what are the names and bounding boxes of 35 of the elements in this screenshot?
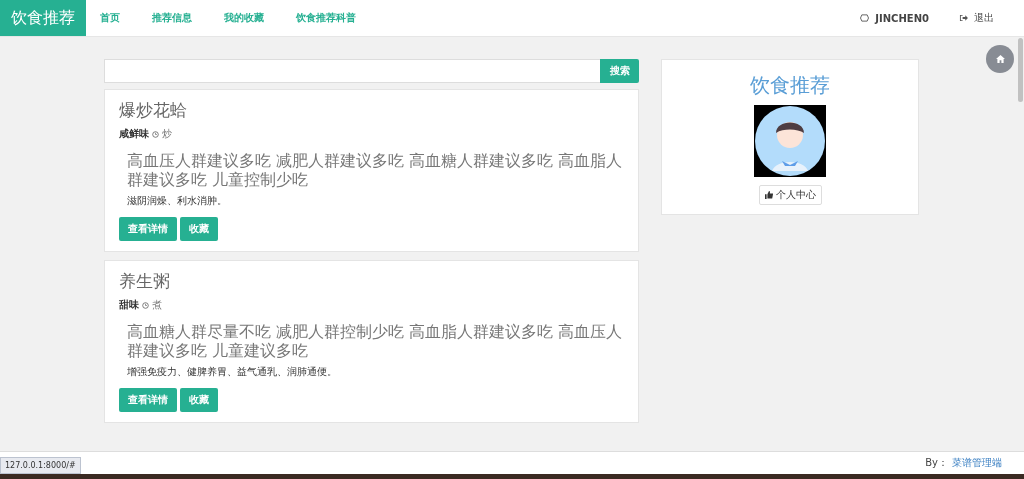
brand-logo[interactable]: 饮食推荐 — [0, 0, 86, 36]
home-icon — [995, 55, 1005, 63]
search-button[interactable]: 搜索 — [600, 59, 639, 83]
panel-title: 饮食推荐 — [750, 72, 830, 99]
recipe-effect: 滋阴润燥、利水消肿。 — [127, 194, 228, 208]
recipe-effect: 增强免疫力、健脾养胃、益气通乳、润肺通便。 — [127, 365, 338, 379]
details-button[interactable]: 查看详情 — [119, 388, 177, 412]
logout-link[interactable]: 退出 — [959, 0, 994, 36]
footer-label: By： — [925, 456, 948, 470]
nav-link[interactable]: 饮食推荐科普 — [296, 0, 356, 36]
diet-advice: 高血压人群建议多吃 减肥人群建议多吃 高血糖人群建议多吃 高血脂人群建议多吃 儿童控制少吃 — [127, 151, 624, 189]
avatar-icon — [754, 105, 826, 177]
clock-icon — [142, 301, 149, 309]
clock-icon — [152, 130, 159, 138]
recipe-title: 养生粥 — [119, 270, 171, 293]
recipe-title: 爆炒花蛤 — [119, 99, 188, 122]
logout-icon — [959, 14, 968, 22]
profile-button[interactable]: 个人中心 — [758, 185, 822, 205]
favorite-button[interactable]: 收藏 — [180, 217, 218, 241]
cooking-method: 炒 — [162, 127, 172, 141]
search-field[interactable] — [104, 59, 600, 83]
cooking-method: 煮 — [152, 298, 162, 312]
user-link[interactable]: JINCHEN0 — [860, 0, 929, 36]
nav-link[interactable]: 首页 — [100, 0, 120, 36]
thumbs-up-icon — [764, 191, 773, 199]
details-button[interactable]: 查看详情 — [119, 217, 177, 241]
admin-link[interactable]: 菜谱管理端 — [952, 456, 1002, 470]
diet-advice: 高血糖人群尽量不吃 减肥人群控制少吃 高血脂人群建议多吃 高血压人群建议多吃 儿童建议多吃 — [127, 322, 624, 360]
nav-link[interactable]: 推荐信息 — [152, 0, 192, 36]
home-button[interactable] — [986, 45, 1014, 73]
flavor-label: 甜味 — [119, 298, 139, 312]
nav-link[interactable]: 我的收藏 — [224, 0, 264, 36]
favorite-button[interactable]: 收藏 — [180, 388, 218, 412]
status-url: 127.0.0.1:8000/# — [0, 457, 81, 474]
flavor-label: 咸鲜味 — [119, 127, 149, 141]
